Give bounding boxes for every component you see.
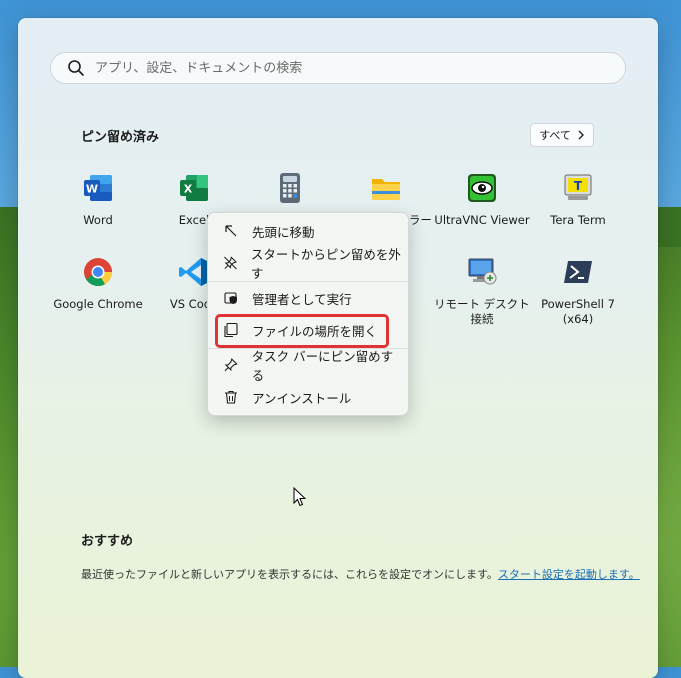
unpin-icon	[224, 256, 237, 270]
menu-item-uninstall[interactable]: アンインストール	[214, 383, 402, 411]
start-settings-link[interactable]: スタート設定を起動します。	[498, 568, 640, 581]
menu-item-label: タスク バーにピン留めする	[251, 349, 394, 383]
chevron-right-icon	[578, 130, 584, 140]
app-label: リモート デスクトップ	[434, 297, 530, 311]
app-ultravnc[interactable]: UltraVNC Viewer	[434, 172, 530, 228]
trash-icon	[225, 390, 237, 404]
app-label: Tera Term	[550, 213, 606, 227]
recommended-title: おすすめ	[81, 534, 134, 549]
calculator-icon	[280, 173, 300, 203]
menu-item-label: スタートからピン留めを外す	[250, 247, 401, 281]
menu-item-move-to-top[interactable]: 先頭に移動	[214, 217, 402, 245]
move-to-top-icon	[225, 225, 237, 237]
recommended-message: 最近使ったファイルと新しいアプリを表示するには、これらを設定でオンにします。	[81, 568, 498, 581]
pin-icon	[224, 358, 238, 372]
menu-item-run-as-admin[interactable]: 管理者として実行	[214, 284, 402, 312]
app-label-line2: 接続	[470, 312, 494, 326]
vscode-icon	[179, 258, 207, 286]
folder-icon	[372, 179, 400, 200]
svg-text:T: T	[574, 179, 583, 193]
context-menu: 先頭に移動 スタートからピン留めを外す 管理者として実行 ファイルの場所を開く …	[207, 212, 409, 416]
app-label: PowerShell 7	[541, 297, 615, 311]
app-powershell[interactable]: PowerShell 7 (x64)	[530, 256, 626, 327]
menu-item-unpin[interactable]: スタートからピン留めを外す	[214, 247, 402, 281]
menu-item-label: ファイルの場所を開く	[252, 323, 378, 339]
excel-icon: X	[180, 175, 208, 201]
menu-separator	[208, 281, 408, 282]
pinned-title: ピン留め済み	[81, 130, 160, 145]
menu-item-label: 先頭に移動	[252, 224, 315, 240]
app-label-line2: (x64)	[562, 312, 594, 326]
search-icon	[68, 60, 84, 76]
recommended-text: 最近使ったファイルと新しいアプリを表示するには、これらを設定でオンにします。スタ…	[81, 566, 640, 582]
svg-text:W: W	[86, 183, 98, 196]
mouse-cursor-icon	[293, 487, 307, 507]
word-icon: W	[84, 175, 112, 201]
powershell-icon	[564, 261, 592, 283]
all-apps-label: すべて	[539, 129, 571, 142]
app-remote-desktop[interactable]: リモート デスクトップ 接続	[434, 256, 530, 327]
app-teraterm[interactable]: T Tera Term	[530, 172, 626, 228]
open-file-location-icon	[224, 322, 238, 338]
search-input[interactable]	[93, 59, 577, 77]
app-chrome[interactable]: Google Chrome	[50, 256, 146, 312]
menu-item-label: 管理者として実行	[252, 291, 352, 307]
menu-item-pin-to-taskbar[interactable]: タスク バーにピン留めする	[214, 349, 402, 383]
menu-item-label: アンインストール	[252, 390, 352, 406]
app-label: Google Chrome	[53, 297, 143, 311]
app-label: Word	[83, 213, 113, 227]
remote-desktop-icon	[468, 258, 497, 285]
menu-item-open-file-location[interactable]: ファイルの場所を開く	[214, 316, 402, 344]
app-word[interactable]: W Word	[50, 172, 146, 228]
ultravnc-icon	[468, 174, 496, 202]
svg-text:X: X	[184, 183, 193, 196]
teraterm-icon: T	[564, 174, 592, 200]
app-label: UltraVNC Viewer	[434, 213, 530, 227]
all-apps-button[interactable]: すべて	[530, 123, 594, 147]
chrome-icon	[84, 258, 113, 287]
shield-icon	[224, 292, 237, 304]
search-box[interactable]	[50, 52, 626, 84]
